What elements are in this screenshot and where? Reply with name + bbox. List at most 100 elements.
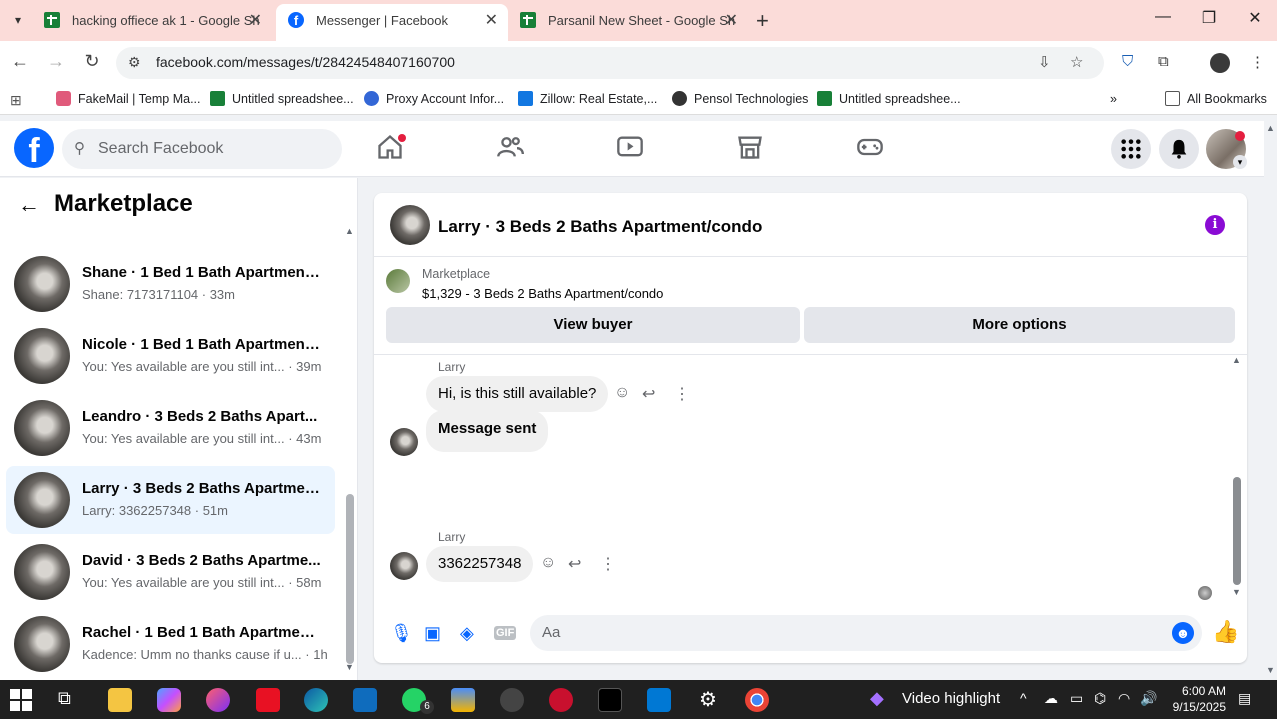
more-options-button[interactable]: More options <box>804 307 1235 343</box>
network-icon[interactable]: ⌬ <box>1094 690 1106 707</box>
store-icon[interactable] <box>647 688 671 712</box>
scroll-up-icon[interactable]: ▲ <box>1232 355 1241 365</box>
menu-dots-icon[interactable]: ⋮ <box>1250 53 1265 71</box>
shield-extension-icon[interactable]: ⛉ <box>1122 53 1133 70</box>
reload-icon[interactable]: ↻ <box>80 51 104 72</box>
url-text[interactable]: facebook.com/messages/t/2842454840716070… <box>156 54 455 70</box>
profile-avatar[interactable] <box>1210 53 1230 73</box>
message-bubble[interactable]: 3362257348 <box>426 546 534 582</box>
conversation-item[interactable]: Rachel · 1 Bed 1 Bath Apartment... Kaden… <box>6 610 335 678</box>
tiktok-icon[interactable] <box>598 688 622 712</box>
react-emoji-icon[interactable]: ☺ <box>540 554 556 572</box>
close-icon[interactable]: ✕ <box>485 4 498 37</box>
page-scrollbar[interactable]: ▲ ▼ <box>1264 121 1277 680</box>
restore-icon[interactable]: ❐ <box>1194 8 1224 28</box>
onedrive-icon[interactable]: ☁ <box>1044 690 1058 707</box>
close-window-icon[interactable]: ✕ <box>1240 8 1270 28</box>
file-explorer-icon[interactable] <box>108 688 132 712</box>
conversation-scrollbar[interactable]: ▲ ▼ <box>345 226 355 676</box>
forward-icon[interactable]: → <box>44 51 68 72</box>
tab-search-button[interactable]: ▾ <box>8 10 28 30</box>
scroll-down-icon[interactable]: ▼ <box>1266 665 1275 675</box>
chat-title[interactable]: Larry · 3 Beds 2 Baths Apartment/condo <box>438 217 762 237</box>
wifi-icon[interactable]: ◠ <box>1118 690 1130 707</box>
conversation-item[interactable]: Leandro · 3 Beds 2 Baths Apart... You: Y… <box>6 394 335 462</box>
volume-icon[interactable]: 🔊 <box>1140 690 1157 707</box>
scroll-down-icon[interactable]: ▼ <box>345 662 354 672</box>
marketplace-icon[interactable] <box>736 133 776 165</box>
task-view-icon[interactable]: ⧉ <box>58 688 82 712</box>
info-icon[interactable]: i <box>1205 215 1225 235</box>
conversation-item[interactable]: Nicole · 1 Bed 1 Bath Apartment/... You:… <box>6 322 335 390</box>
message-bubble[interactable]: Hi, is this still available? <box>426 376 609 412</box>
star-icon[interactable]: ☆ <box>1070 53 1083 71</box>
video-highlight-label[interactable]: Video highlight <box>902 690 1000 707</box>
scrollbar-thumb[interactable] <box>346 494 354 664</box>
home-icon[interactable] <box>376 133 416 165</box>
tab-parsanil-sheet[interactable]: Parsanil New Sheet - Google Sh ✕ <box>508 4 748 41</box>
reply-icon[interactable]: ↩ <box>568 554 581 574</box>
search-input[interactable]: ⚲ Search Facebook <box>62 129 342 169</box>
listing-thumbnail[interactable] <box>386 269 410 293</box>
chrome-icon[interactable] <box>745 688 769 712</box>
friends-icon[interactable] <box>496 133 536 165</box>
app-icon[interactable] <box>500 688 524 712</box>
bookmark-item[interactable]: Untitled spreadshee... <box>210 91 354 106</box>
site-info-icon[interactable]: ⚙ <box>128 54 141 71</box>
copilot-icon[interactable] <box>157 688 181 712</box>
more-bookmarks-icon[interactable]: » <box>1110 92 1117 106</box>
clock[interactable]: 6:00 AM 9/15/2025 <box>1166 683 1226 715</box>
photo-icon[interactable]: ▣ <box>424 623 441 644</box>
conversation-item-active[interactable]: Larry · 3 Beds 2 Baths Apartmen... Larry… <box>6 466 335 534</box>
edge-icon[interactable] <box>304 688 328 712</box>
gif-icon[interactable]: GIF <box>494 626 517 640</box>
omnibox[interactable]: ⚙ facebook.com/messages/t/28424548407160… <box>116 47 1104 79</box>
outlook-icon[interactable] <box>353 688 377 712</box>
gaming-icon[interactable] <box>856 133 896 165</box>
tab-hacking-sheet[interactable]: hacking offiece ak 1 - Google Sh ✕ <box>32 4 272 41</box>
message-input[interactable]: Aa ☻ <box>530 615 1202 651</box>
scroll-up-icon[interactable]: ▲ <box>345 226 354 236</box>
menu-grid-icon[interactable] <box>1111 129 1151 169</box>
notifications-bell-icon[interactable] <box>1159 129 1199 169</box>
more-dots-icon[interactable]: ⋮ <box>600 554 616 574</box>
reply-icon[interactable]: ↩ <box>642 384 655 404</box>
video-highlight-icon[interactable]: ◆ <box>870 688 894 712</box>
app-icon[interactable] <box>451 688 475 712</box>
settings-gear-icon[interactable]: ⚙ <box>696 688 720 712</box>
microphone-icon[interactable]: 🎙 <box>390 623 413 644</box>
bookmark-item[interactable]: Zillow: Real Estate,... <box>518 91 657 106</box>
battery-icon[interactable]: ▭ <box>1070 690 1083 707</box>
react-emoji-icon[interactable]: ☺ <box>614 384 630 402</box>
notification-center-icon[interactable]: ▤ <box>1238 690 1251 707</box>
conversation-item[interactable]: Shane · 1 Bed 1 Bath Apartment/... Shane… <box>6 250 335 318</box>
scroll-down-icon[interactable]: ▼ <box>1232 587 1241 597</box>
close-icon[interactable]: ✕ <box>249 4 262 37</box>
chat-scrollbar[interactable]: ▲ ▼ <box>1232 355 1242 601</box>
app-icon[interactable] <box>256 688 280 712</box>
bookmark-item[interactable]: Proxy Account Infor... <box>364 91 504 106</box>
all-bookmarks[interactable]: All Bookmarks <box>1165 91 1267 106</box>
opera-icon[interactable] <box>549 688 573 712</box>
app-icon[interactable] <box>206 688 230 712</box>
message-bubble[interactable]: Message sent <box>426 410 549 452</box>
avatar[interactable] <box>390 205 430 245</box>
scrollbar-thumb[interactable] <box>1233 477 1241 585</box>
chevron-down-icon[interactable]: ▾ <box>1233 155 1247 169</box>
apps-grid-icon[interactable]: ⊞ <box>10 92 22 109</box>
bookmark-item[interactable]: Pensol Technologies <box>672 91 808 106</box>
sticker-icon[interactable]: ◈ <box>460 623 474 644</box>
video-icon[interactable] <box>616 133 656 165</box>
bookmark-item[interactable]: Untitled spreadshee... <box>817 91 961 106</box>
new-tab-button[interactable]: + <box>756 8 769 34</box>
install-app-icon[interactable]: ⇩ <box>1038 53 1051 71</box>
back-icon[interactable]: ← <box>8 51 32 72</box>
close-icon[interactable]: ✕ <box>725 4 738 37</box>
back-arrow-icon[interactable]: ← <box>18 192 40 218</box>
facebook-logo[interactable]: f <box>14 128 54 168</box>
tab-messenger[interactable]: f Messenger | Facebook ✕ <box>276 4 508 41</box>
bookmark-item[interactable]: FakeMail | Temp Ma... <box>56 91 201 106</box>
chevron-up-icon[interactable]: ^ <box>1020 690 1027 706</box>
listing-title[interactable]: $1,329 - 3 Beds 2 Baths Apartment/condo <box>422 286 663 301</box>
conversation-item[interactable]: David · 3 Beds 2 Baths Apartme... You: Y… <box>6 538 335 606</box>
